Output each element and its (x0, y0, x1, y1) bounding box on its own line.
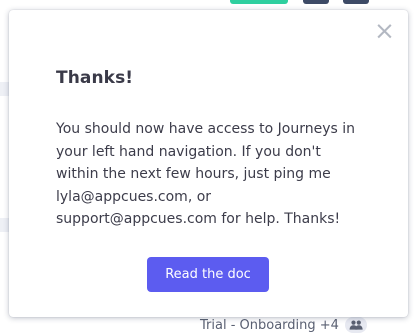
people-icon (349, 320, 363, 330)
modal-message-line: your left hand navigation. If you don't (56, 143, 321, 160)
read-the-doc-button[interactable]: Read the doc (147, 257, 269, 292)
background-status-pill (230, 0, 288, 4)
app-viewport: Trial - Onboarding +4 × Thanks! You shou… (0, 0, 419, 334)
modal-message-line: lyla@appcues.com, or (56, 188, 212, 205)
thanks-modal: × Thanks! You should now have access to … (9, 10, 408, 317)
segment-label: Trial - Onboarding +4 (200, 317, 339, 333)
background-toolbar-button (303, 0, 329, 4)
people-badge[interactable] (344, 317, 367, 333)
close-button[interactable]: × (374, 16, 395, 45)
close-icon: × (374, 16, 395, 45)
segment-row[interactable]: Trial - Onboarding +4 (200, 316, 367, 334)
modal-message-line: support@appcues.com for help. Thanks! (56, 211, 341, 227)
background-toolbar-button (343, 0, 369, 4)
modal-message-line: You should now have access to Journeys i… (56, 121, 356, 137)
modal-title: Thanks! (56, 68, 134, 88)
modal-message-line: within the next few hours, just ping me (56, 166, 331, 182)
modal-message: You should now have access to Journeys i… (56, 118, 386, 231)
